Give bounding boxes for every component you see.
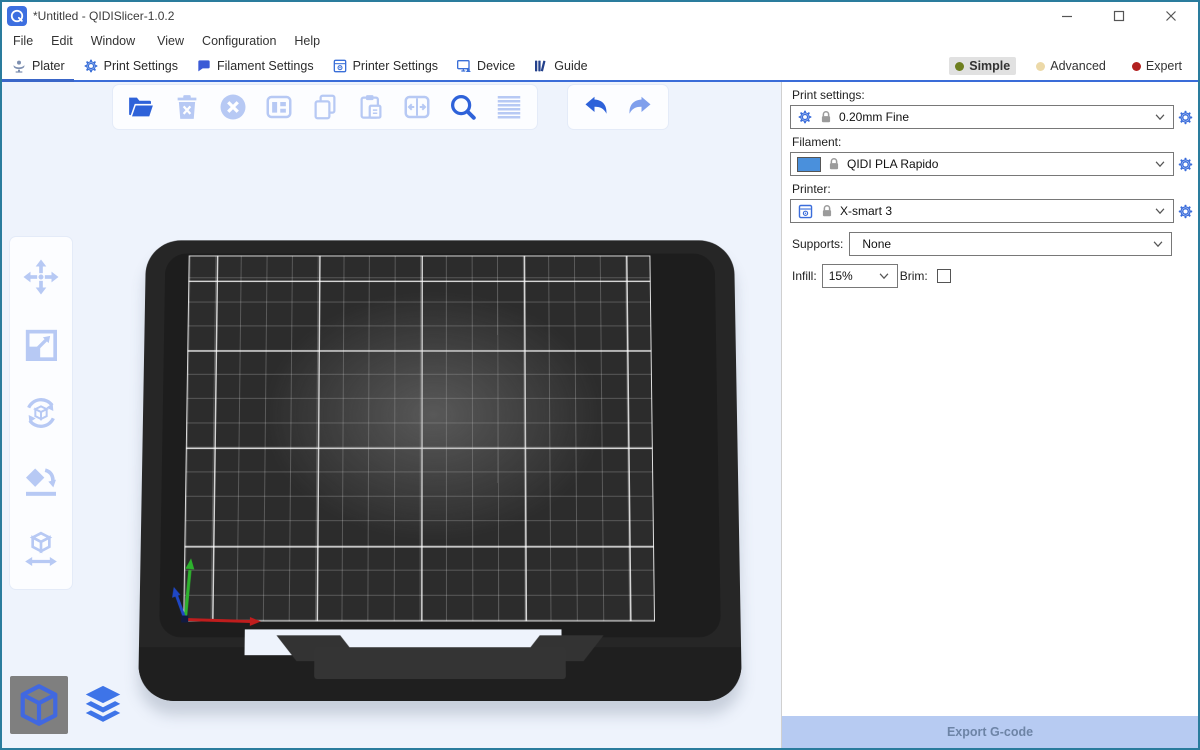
redo-button[interactable] xyxy=(622,89,658,125)
device-icon xyxy=(456,58,472,74)
app-window: *Untitled - QIDISlicer-1.0.2 File Edit W… xyxy=(0,0,1200,750)
print-settings-value: 0.20mm Fine xyxy=(839,110,1147,124)
print-settings-dropdown[interactable]: 0.20mm Fine xyxy=(790,105,1174,129)
maximize-button[interactable] xyxy=(1106,5,1132,27)
chevron-down-icon xyxy=(1151,237,1165,251)
advanced-dot-icon xyxy=(1036,62,1045,71)
arrange-button[interactable] xyxy=(261,89,297,125)
layers-preview-view-button[interactable] xyxy=(74,676,132,734)
mode-advanced[interactable]: Advanced xyxy=(1030,57,1112,75)
expert-dot-icon xyxy=(1132,62,1141,71)
place-on-face-tool-button[interactable] xyxy=(15,455,67,507)
simple-dot-icon xyxy=(955,62,964,71)
paste-button[interactable] xyxy=(353,89,389,125)
undo-button[interactable] xyxy=(578,89,614,125)
mode-selector: Simple Advanced Expert xyxy=(949,52,1198,80)
menu-window[interactable]: Window xyxy=(82,32,144,50)
rotate-tool-button[interactable] xyxy=(15,387,67,439)
brim-checkbox[interactable] xyxy=(937,269,951,283)
printer-icon xyxy=(332,58,348,74)
mode-expert[interactable]: Expert xyxy=(1126,57,1188,75)
app-logo-icon xyxy=(7,6,27,26)
supports-label: Supports: xyxy=(792,237,843,251)
settings-panel: Print settings: 0.20mm Fine Filament: xyxy=(781,82,1198,748)
brim-label: Brim: xyxy=(900,269,928,283)
edit-filament-button[interactable] xyxy=(1176,152,1194,176)
menu-help[interactable]: Help xyxy=(285,32,329,50)
menu-edit[interactable]: Edit xyxy=(42,32,82,50)
bed-handle xyxy=(314,647,566,679)
main-toolbar xyxy=(113,85,537,129)
title-bar: *Untitled - QIDISlicer-1.0.2 xyxy=(2,2,1198,30)
lock-icon xyxy=(819,110,833,124)
move-tool-button[interactable] xyxy=(15,251,67,303)
export-gcode-button[interactable]: Export G-code xyxy=(782,716,1198,748)
tab-print-settings[interactable]: Print Settings xyxy=(74,52,187,80)
chevron-down-icon xyxy=(1153,110,1167,124)
mode-simple[interactable]: Simple xyxy=(949,57,1016,75)
lock-icon xyxy=(827,157,841,171)
variable-layer-height-button[interactable] xyxy=(491,89,527,125)
guide-icon xyxy=(533,58,549,74)
copy-button[interactable] xyxy=(307,89,343,125)
origin-axes-icon xyxy=(163,545,263,628)
edit-print-settings-button[interactable] xyxy=(1176,105,1194,129)
delete-button[interactable] xyxy=(169,89,205,125)
tab-filament-settings[interactable]: Filament Settings xyxy=(187,52,323,80)
supports-value: None xyxy=(856,237,1145,251)
scale-tool-button[interactable] xyxy=(15,319,67,371)
gear-icon xyxy=(1177,156,1194,173)
tab-plater[interactable]: Plater xyxy=(2,52,74,80)
filament-value: QIDI PLA Rapido xyxy=(847,157,1147,171)
tab-guide[interactable]: Guide xyxy=(524,52,596,80)
3d-viewport[interactable] xyxy=(2,82,781,748)
gizmo-toolbar xyxy=(10,237,72,589)
close-button[interactable] xyxy=(1158,5,1184,27)
printer-icon xyxy=(797,203,814,220)
delete-all-button[interactable] xyxy=(215,89,251,125)
filament-dropdown[interactable]: QIDI PLA Rapido xyxy=(790,152,1174,176)
filament-icon xyxy=(196,58,212,74)
print-bed xyxy=(138,240,742,701)
filament-color-swatch xyxy=(797,157,821,172)
window-title: *Untitled - QIDISlicer-1.0.2 xyxy=(33,9,174,23)
gear-icon xyxy=(1177,109,1194,126)
infill-value: 15% xyxy=(829,269,871,283)
lock-icon xyxy=(820,204,834,218)
minimize-button[interactable] xyxy=(1054,5,1080,27)
printer-value: X-smart 3 xyxy=(840,204,1147,218)
plater-icon xyxy=(11,58,27,74)
tab-device[interactable]: Device xyxy=(447,52,524,80)
menu-bar: File Edit Window View Configuration Help xyxy=(2,30,1198,52)
gear-icon xyxy=(797,109,813,125)
gear-icon xyxy=(1177,203,1194,220)
supports-dropdown[interactable]: None xyxy=(849,232,1172,256)
infill-dropdown[interactable]: 15% xyxy=(822,264,898,288)
search-button[interactable] xyxy=(445,89,481,125)
chevron-down-icon xyxy=(1153,157,1167,171)
printer-dropdown[interactable]: X-smart 3 xyxy=(790,199,1174,223)
open-button[interactable] xyxy=(123,89,159,125)
tab-printer-settings[interactable]: Printer Settings xyxy=(323,52,447,80)
3d-editor-view-button[interactable] xyxy=(10,676,68,734)
tab-bar: Plater Print Settings Filament Settings … xyxy=(2,52,1198,82)
undo-redo-toolbar xyxy=(568,85,668,129)
menu-file[interactable]: File xyxy=(4,32,42,50)
view-mode-toggles xyxy=(10,676,132,734)
menu-configuration[interactable]: Configuration xyxy=(193,32,285,50)
filament-label: Filament: xyxy=(792,135,1194,149)
measure-tool-button[interactable] xyxy=(15,523,67,575)
printer-label: Printer: xyxy=(792,182,1194,196)
gear-icon xyxy=(83,58,99,74)
print-settings-label: Print settings: xyxy=(792,88,1194,102)
infill-label: Infill: xyxy=(792,269,817,283)
chevron-down-icon xyxy=(877,269,891,283)
edit-printer-button[interactable] xyxy=(1176,199,1194,223)
split-objects-button[interactable] xyxy=(399,89,435,125)
menu-view[interactable]: View xyxy=(148,32,193,50)
chevron-down-icon xyxy=(1153,204,1167,218)
